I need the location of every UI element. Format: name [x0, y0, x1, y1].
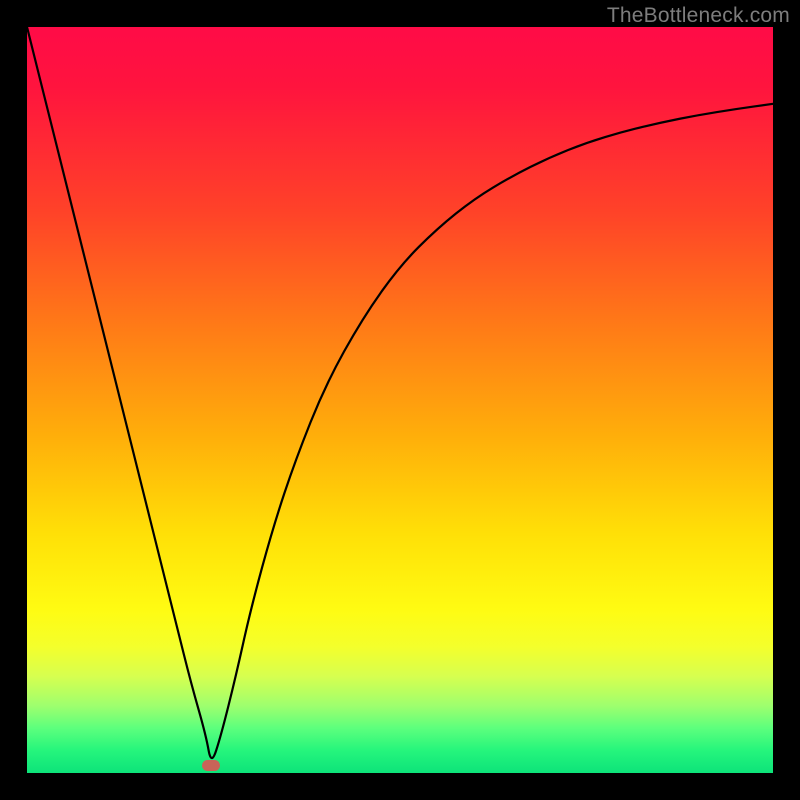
watermark-text: TheBottleneck.com — [607, 4, 790, 28]
minimum-marker — [202, 760, 220, 771]
chart-frame: TheBottleneck.com — [0, 0, 800, 800]
chart-plot-area — [27, 27, 773, 773]
bottleneck-curve — [27, 27, 773, 773]
